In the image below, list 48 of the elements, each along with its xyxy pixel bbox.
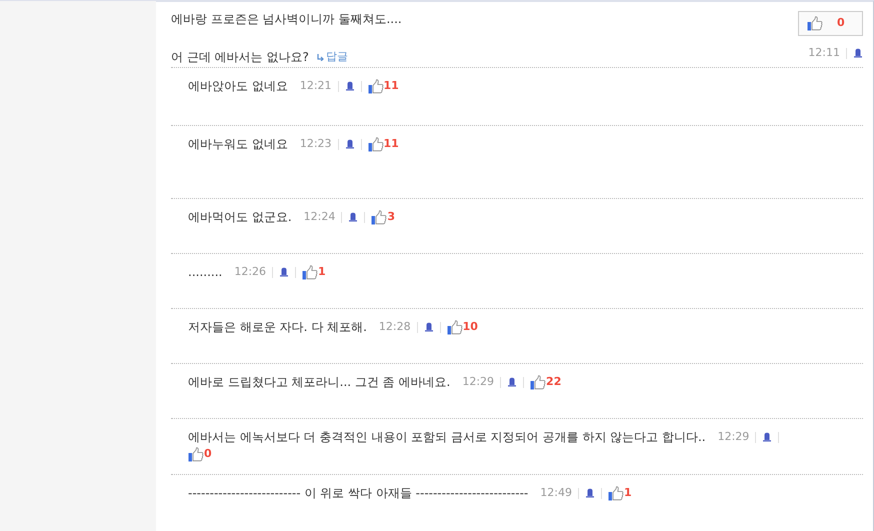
like-button[interactable]: 0 bbox=[798, 11, 863, 36]
reply-text: 에바먹어도 없군요. bbox=[188, 209, 292, 226]
reply-text: 저자들은 해로운 자다. 다 체포해. bbox=[188, 319, 367, 336]
reply-text: 에바로 드립쳤다고 체포라니... 그건 좀 에바네요. bbox=[188, 374, 450, 391]
like-count: 11 bbox=[384, 136, 399, 152]
timestamp: 12:26 bbox=[234, 264, 266, 280]
like-count: 3 bbox=[387, 208, 395, 225]
thumbs-up-icon[interactable] bbox=[368, 136, 384, 152]
thumbs-up-icon[interactable] bbox=[608, 486, 624, 500]
reply-link[interactable]: 답글 bbox=[326, 48, 348, 66]
bell-icon[interactable] bbox=[762, 432, 772, 442]
thumbs-up-icon[interactable] bbox=[368, 78, 384, 94]
thumbs-up-icon[interactable] bbox=[530, 374, 546, 390]
reply-text: 에바누워도 없네요 bbox=[188, 136, 288, 153]
like-count: 11 bbox=[384, 78, 399, 94]
timestamp: 12:29 bbox=[462, 374, 494, 390]
comment-text: 에바랑 프로즌은 넘사벽이니까 둘째쳐도.... bbox=[171, 11, 403, 28]
reply-text: 에바서는 에녹서보다 더 충격적인 내용이 포함되 금서로 지정되어 공개를 하지 않는다고 합니다.. bbox=[188, 429, 706, 446]
bell-icon[interactable] bbox=[584, 488, 595, 498]
thumbs-up-icon[interactable] bbox=[807, 16, 823, 31]
bell-icon[interactable] bbox=[348, 212, 358, 222]
reply-arrow-icon bbox=[316, 54, 324, 60]
like-count: 1 bbox=[624, 484, 632, 501]
bell-icon[interactable] bbox=[507, 377, 518, 387]
bell-icon[interactable] bbox=[424, 322, 434, 332]
timestamp: 12:23 bbox=[300, 136, 332, 152]
timestamp: 12:11 bbox=[808, 45, 840, 61]
like-count: 10 bbox=[462, 318, 478, 335]
comment-text: 어 근데 에바서는 없나요? bbox=[171, 49, 309, 66]
like-count: 22 bbox=[546, 374, 562, 390]
like-count: 1 bbox=[318, 264, 326, 280]
reply-text: 에바앉아도 없네요 bbox=[188, 78, 288, 95]
bell-icon[interactable] bbox=[853, 48, 863, 58]
reply-text: ......... bbox=[188, 264, 222, 281]
thumbs-up-icon[interactable] bbox=[302, 264, 318, 280]
timestamp: 12:28 bbox=[378, 318, 411, 335]
timestamp: 12:29 bbox=[718, 428, 750, 445]
thumbs-up-icon[interactable] bbox=[446, 320, 463, 334]
reply-text: -------------------------- 이 위로 싹다 아재들 -------------------------- bbox=[188, 485, 528, 502]
thumbs-up-icon[interactable] bbox=[188, 446, 204, 462]
thumbs-up-icon[interactable] bbox=[371, 210, 388, 224]
bell-icon[interactable] bbox=[344, 81, 355, 91]
bell-icon[interactable] bbox=[344, 139, 355, 149]
like-count: 0 bbox=[204, 446, 212, 462]
bell-icon[interactable] bbox=[279, 267, 290, 277]
timestamp: 12:21 bbox=[300, 78, 332, 94]
timestamp: 12:24 bbox=[304, 208, 336, 225]
timestamp: 12:49 bbox=[540, 484, 572, 501]
